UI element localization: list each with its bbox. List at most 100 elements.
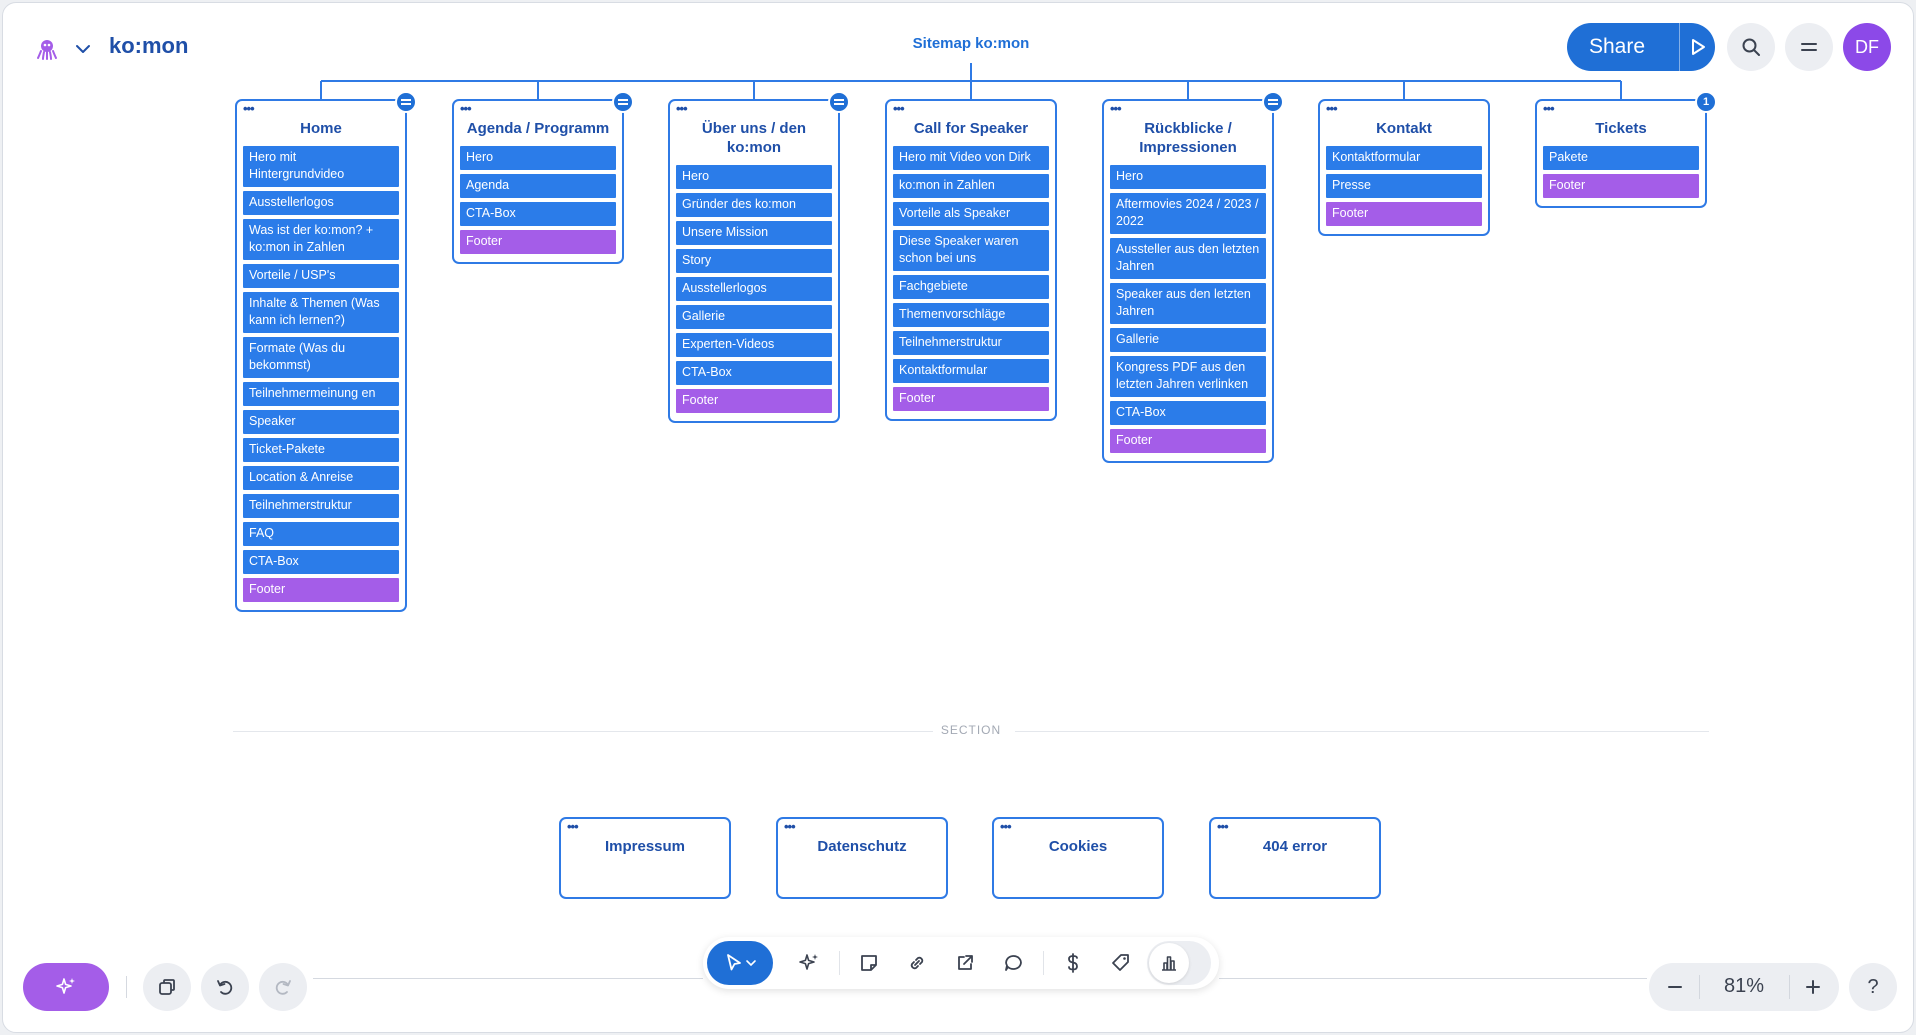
footer-block[interactable]: Footer xyxy=(1543,174,1699,198)
card-menu-icon[interactable]: ••• xyxy=(1110,102,1122,115)
section-block[interactable]: Gallerie xyxy=(676,305,832,329)
section-block[interactable]: Hero mit Video von Dirk xyxy=(893,146,1049,170)
sticky-note-icon xyxy=(861,955,877,971)
card-menu-icon[interactable]: ••• xyxy=(567,820,579,833)
whiteboard-canvas[interactable]: ko:mon Sitemap ko:mon Share DF ••• Home … xyxy=(2,2,1914,1033)
section-block[interactable]: Vorteile / USP's xyxy=(243,264,399,288)
section-block[interactable]: Experten-Videos xyxy=(676,333,832,357)
select-tool-button[interactable] xyxy=(707,941,773,985)
section-block[interactable]: Unsere Mission xyxy=(676,221,832,245)
equals-icon xyxy=(834,99,844,105)
card-menu-icon[interactable]: ••• xyxy=(1326,102,1338,115)
card-menu-icon[interactable]: ••• xyxy=(243,102,255,115)
section-block[interactable]: Fachgebiete xyxy=(893,275,1049,299)
pricing-tool[interactable] xyxy=(1053,943,1093,983)
footer-block[interactable]: Footer xyxy=(243,578,399,602)
section-block[interactable]: Gründer des ko:mon xyxy=(676,193,832,217)
card-menu-icon[interactable]: ••• xyxy=(1000,820,1012,833)
zoom-in-button[interactable] xyxy=(1793,967,1833,1007)
page-card-cookies[interactable]: ••• Cookies xyxy=(992,817,1164,899)
section-block[interactable]: Presse xyxy=(1326,174,1482,198)
tag-icon xyxy=(1112,954,1129,971)
page-card-datenschutz[interactable]: ••• Datenschutz xyxy=(776,817,948,899)
zoom-level[interactable]: 81% xyxy=(1699,975,1789,998)
redo-button[interactable] xyxy=(259,963,307,1011)
section-block[interactable]: Story xyxy=(676,249,832,273)
section-block[interactable]: Hero mit Hintergrundvideo xyxy=(243,146,399,187)
page-card-agenda[interactable]: ••• Agenda / Programm Hero Agenda CTA-Bo… xyxy=(452,91,634,264)
ai-assistant-button[interactable] xyxy=(23,963,109,1011)
section-block[interactable]: Aftermovies 2024 / 2023 / 2022 xyxy=(1110,193,1266,234)
section-block[interactable]: Gallerie xyxy=(1110,328,1266,352)
section-block[interactable]: Kontaktformular xyxy=(893,359,1049,383)
section-block[interactable]: Kontaktformular xyxy=(1326,146,1482,170)
footer-block[interactable]: Footer xyxy=(893,387,1049,411)
tag-tool[interactable] xyxy=(1101,943,1141,983)
section-block[interactable]: Teilnehmermeinung en xyxy=(243,382,399,406)
zoom-out-button[interactable] xyxy=(1655,967,1695,1007)
page-card-404[interactable]: ••• 404 error xyxy=(1209,817,1381,899)
page-card-home[interactable]: ••• Home Hero mit Hintergrundvideo Ausst… xyxy=(235,91,417,612)
page-card-tickets[interactable]: ••• 1 Tickets Pakete Footer xyxy=(1535,91,1717,208)
link-tool[interactable] xyxy=(897,943,937,983)
card-menu-icon[interactable]: ••• xyxy=(460,102,472,115)
ai-generate-tool[interactable] xyxy=(789,943,829,983)
footer-block[interactable]: Footer xyxy=(676,389,832,413)
section-block[interactable]: CTA-Box xyxy=(676,361,832,385)
card-badge[interactable] xyxy=(828,91,850,113)
section-label[interactable]: SECTION xyxy=(3,723,1913,737)
sticky-note-tool[interactable] xyxy=(849,943,889,983)
duplicate-icon xyxy=(159,979,175,995)
section-block[interactable]: Pakete xyxy=(1543,146,1699,170)
card-badge[interactable]: 1 xyxy=(1695,91,1717,113)
section-block[interactable]: Speaker aus den letzten Jahren xyxy=(1110,283,1266,324)
section-block[interactable]: Kongress PDF aus den letzten Jahren verl… xyxy=(1110,356,1266,397)
section-block[interactable]: Ausstellerlogos xyxy=(676,277,832,301)
section-block[interactable]: Hero xyxy=(676,165,832,189)
page-card-kontakt[interactable]: ••• Kontakt Kontaktformular Presse Foote… xyxy=(1318,99,1490,236)
help-button[interactable]: ? xyxy=(1849,963,1897,1011)
section-block[interactable]: Ausstellerlogos xyxy=(243,191,399,215)
page-card-call-for-speaker[interactable]: ••• Call for Speaker Hero mit Video von … xyxy=(885,99,1057,421)
section-block[interactable]: Hero xyxy=(1110,165,1266,189)
card-badge[interactable] xyxy=(612,91,634,113)
footer-block[interactable]: Footer xyxy=(1110,429,1266,453)
card-badge[interactable] xyxy=(395,91,417,113)
card-menu-icon[interactable]: ••• xyxy=(1217,820,1229,833)
card-menu-icon[interactable]: ••• xyxy=(676,102,688,115)
zoom-control: 81% xyxy=(1649,963,1839,1011)
section-block[interactable]: ko:mon in Zahlen xyxy=(893,174,1049,198)
card-menu-icon[interactable]: ••• xyxy=(1543,102,1555,115)
section-block[interactable]: Was ist der ko:mon? + ko:mon in Zahlen xyxy=(243,219,399,260)
section-block[interactable]: Teilnehmerstruktur xyxy=(243,494,399,518)
section-block[interactable]: Themenvorschläge xyxy=(893,303,1049,327)
footer-block[interactable]: Footer xyxy=(460,230,616,254)
section-block[interactable]: CTA-Box xyxy=(243,550,399,574)
undo-button[interactable] xyxy=(201,963,249,1011)
card-badge[interactable] xyxy=(1262,91,1284,113)
section-block[interactable]: Agenda xyxy=(460,174,616,198)
section-block[interactable]: FAQ xyxy=(243,522,399,546)
section-block[interactable]: Inhalte & Themen (Was kann ich lernen?) xyxy=(243,292,399,333)
footer-block[interactable]: Footer xyxy=(1326,202,1482,226)
section-block[interactable]: CTA-Box xyxy=(1110,401,1266,425)
section-block[interactable]: Vorteile als Speaker xyxy=(893,202,1049,226)
comment-tool[interactable] xyxy=(993,943,1033,983)
card-menu-icon[interactable]: ••• xyxy=(784,820,796,833)
section-block[interactable]: Speaker xyxy=(243,410,399,434)
section-block[interactable]: CTA-Box xyxy=(460,202,616,226)
duplicate-button[interactable] xyxy=(143,963,191,1011)
section-block[interactable]: Hero xyxy=(460,146,616,170)
export-tool[interactable] xyxy=(945,943,985,983)
section-block[interactable]: Teilnehmerstruktur xyxy=(893,331,1049,355)
section-block[interactable]: Formate (Was du bekommst) xyxy=(243,337,399,378)
chart-toggle[interactable] xyxy=(1147,941,1211,985)
page-card-impressum[interactable]: ••• Impressum xyxy=(559,817,731,899)
section-block[interactable]: Location & Anreise xyxy=(243,466,399,490)
card-menu-icon[interactable]: ••• xyxy=(893,102,905,115)
section-block[interactable]: Aussteller aus den letzten Jahren xyxy=(1110,238,1266,279)
page-card-rueckblicke[interactable]: ••• Rückblicke / Impressionen Hero After… xyxy=(1102,91,1284,463)
section-block[interactable]: Diese Speaker waren schon bei uns xyxy=(893,230,1049,271)
page-card-ueber-uns[interactable]: ••• Über uns / den ko:mon Hero Gründer d… xyxy=(668,91,850,423)
section-block[interactable]: Ticket-Pakete xyxy=(243,438,399,462)
